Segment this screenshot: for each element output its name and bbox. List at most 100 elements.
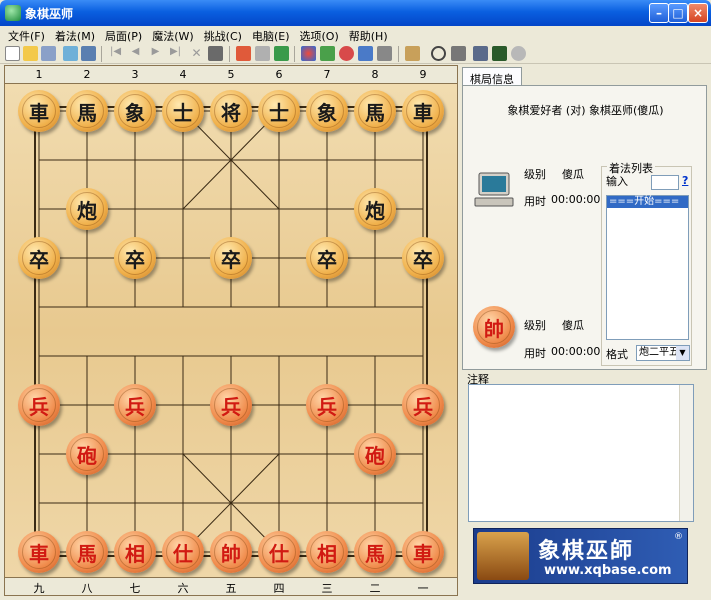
clock-icon[interactable] (431, 46, 446, 61)
delete-move-icon[interactable]: ✕ (189, 46, 204, 61)
red-piece[interactable]: 車 (402, 531, 444, 573)
printer-icon[interactable] (451, 46, 466, 61)
copy-icon[interactable] (63, 46, 78, 61)
menu-magic[interactable]: 魔法(W) (147, 26, 198, 44)
black-piece[interactable]: 士 (258, 90, 300, 132)
red-piece[interactable]: 車 (18, 531, 60, 573)
black-piece[interactable]: 将 (210, 90, 252, 132)
black-piece[interactable]: 車 (402, 90, 444, 132)
eye-icon[interactable] (339, 46, 354, 61)
save-disk-icon[interactable] (41, 46, 56, 61)
red-piece[interactable]: 馬 (354, 531, 396, 573)
magic-icon[interactable] (358, 46, 373, 61)
notes-scrollbar[interactable] (679, 385, 693, 521)
black-piece[interactable]: 卒 (18, 237, 60, 279)
menu-position[interactable]: 局面(P) (100, 26, 147, 44)
black-piece[interactable]: 馬 (66, 90, 108, 132)
file-numeral: 五 (225, 582, 237, 595)
app-icon (5, 5, 21, 21)
red-piece[interactable]: 砲 (354, 433, 396, 475)
flip-board-icon[interactable] (236, 46, 251, 61)
red-piece[interactable]: 仕 (162, 531, 204, 573)
black-piece[interactable]: 象 (306, 90, 348, 132)
monitor-icon[interactable] (492, 46, 507, 61)
file-numeral: 三 (321, 582, 333, 595)
tab-game-info[interactable]: 棋局信息 (462, 67, 522, 86)
banner-name: 象棋巫師 (538, 538, 635, 564)
black-piece[interactable]: 象 (114, 90, 156, 132)
maximize-button[interactable]: □ (668, 3, 688, 23)
last-move-icon[interactable]: ▶| (168, 46, 183, 61)
clipboard-icon[interactable] (208, 46, 223, 61)
red-piece[interactable]: 馬 (66, 531, 108, 573)
book-icon[interactable] (274, 46, 289, 61)
red-piece[interactable]: 兵 (402, 384, 444, 426)
close-button[interactable]: × (688, 3, 708, 23)
file-numeral: 四 (273, 582, 285, 595)
format-label: 格式 (606, 348, 628, 361)
minimize-button[interactable]: – (649, 3, 669, 23)
game-info-panel: 象棋爱好者 (对) 象棋巫师(傻瓜) 级别 傻瓜 用时 00:00:00 帥 级… (462, 85, 707, 370)
menu-challenge[interactable]: 挑战(C) (199, 26, 247, 44)
move-tree-icon[interactable] (255, 46, 270, 61)
red-piece[interactable]: 砲 (66, 433, 108, 475)
red-piece[interactable]: 兵 (18, 384, 60, 426)
next-move-icon[interactable]: ▶ (148, 46, 163, 61)
black-piece[interactable]: 車 (18, 90, 60, 132)
xqbase-banner[interactable]: 象棋巫師 ® www.xqbase.com (473, 528, 688, 584)
stop-icon[interactable] (511, 46, 526, 61)
black-piece[interactable]: 卒 (114, 237, 156, 279)
black-piece[interactable]: 炮 (66, 188, 108, 230)
chess-board[interactable]: 車馬象士将士象馬車炮炮卒卒卒卒卒兵兵兵兵兵砲砲車馬相仕帥仕相馬車 (5, 84, 457, 579)
help-link[interactable]: ? (682, 174, 688, 187)
matchup-text: 象棋爱好者 (对) 象棋巫师(傻瓜) (507, 104, 664, 117)
black-piece[interactable]: 士 (162, 90, 204, 132)
menu-options[interactable]: 选项(O) (295, 26, 344, 44)
red-piece[interactable]: 相 (306, 531, 348, 573)
red-player-piece: 帥 (473, 306, 515, 348)
prev-move-icon[interactable]: ◀ (128, 46, 143, 61)
file-numeral: 二 (369, 582, 381, 595)
file-numeral: 七 (129, 582, 141, 595)
red-piece[interactable]: 兵 (210, 384, 252, 426)
move-input[interactable] (651, 175, 679, 190)
list-item[interactable]: ===开始=== (607, 196, 688, 208)
file-number: 8 (371, 68, 379, 81)
red-piece[interactable]: 相 (114, 531, 156, 573)
file-number: 7 (323, 68, 331, 81)
red-piece[interactable]: 兵 (306, 384, 348, 426)
chevron-down-icon[interactable]: ▼ (676, 346, 689, 360)
black-piece[interactable]: 卒 (210, 237, 252, 279)
menu-help[interactable]: 帮助(H) (344, 26, 393, 44)
toolbar: |◀ ◀ ▶ ▶| ✕ (0, 44, 711, 64)
menu-file[interactable]: 文件(F) (3, 26, 50, 44)
format-select[interactable]: 炮二平五 ▼ (636, 345, 690, 361)
black-level-value: 傻瓜 (562, 168, 584, 181)
analysis-icon[interactable] (320, 46, 335, 61)
hint-icon[interactable] (377, 46, 392, 61)
new-file-icon[interactable] (5, 46, 20, 61)
black-piece[interactable]: 卒 (402, 237, 444, 279)
red-time-value: 00:00:00 (551, 345, 601, 358)
open-folder-icon[interactable] (23, 46, 38, 61)
black-piece[interactable]: 卒 (306, 237, 348, 279)
notes-textarea[interactable] (468, 384, 694, 522)
bottom-coordinates: 九八七六五四三二一 (5, 577, 457, 595)
red-piece[interactable]: 兵 (114, 384, 156, 426)
menu-computer[interactable]: 电脑(E) (247, 26, 295, 44)
black-piece[interactable]: 馬 (354, 90, 396, 132)
move-list[interactable]: ===开始=== (606, 195, 689, 340)
black-piece[interactable]: 炮 (354, 188, 396, 230)
color-icon[interactable] (301, 46, 316, 61)
red-piece[interactable]: 仕 (258, 531, 300, 573)
file-number: 5 (227, 68, 235, 81)
menu-moves[interactable]: 着法(M) (50, 26, 100, 44)
library-icon[interactable] (405, 46, 420, 61)
red-time-label: 用时 (524, 347, 546, 360)
paste-icon[interactable] (81, 46, 96, 61)
wizard-logo-icon (477, 532, 529, 580)
first-move-icon[interactable]: |◀ (108, 46, 123, 61)
banner-registered-mark: ® (674, 532, 683, 542)
computer-icon[interactable] (473, 46, 488, 61)
red-piece[interactable]: 帥 (210, 531, 252, 573)
